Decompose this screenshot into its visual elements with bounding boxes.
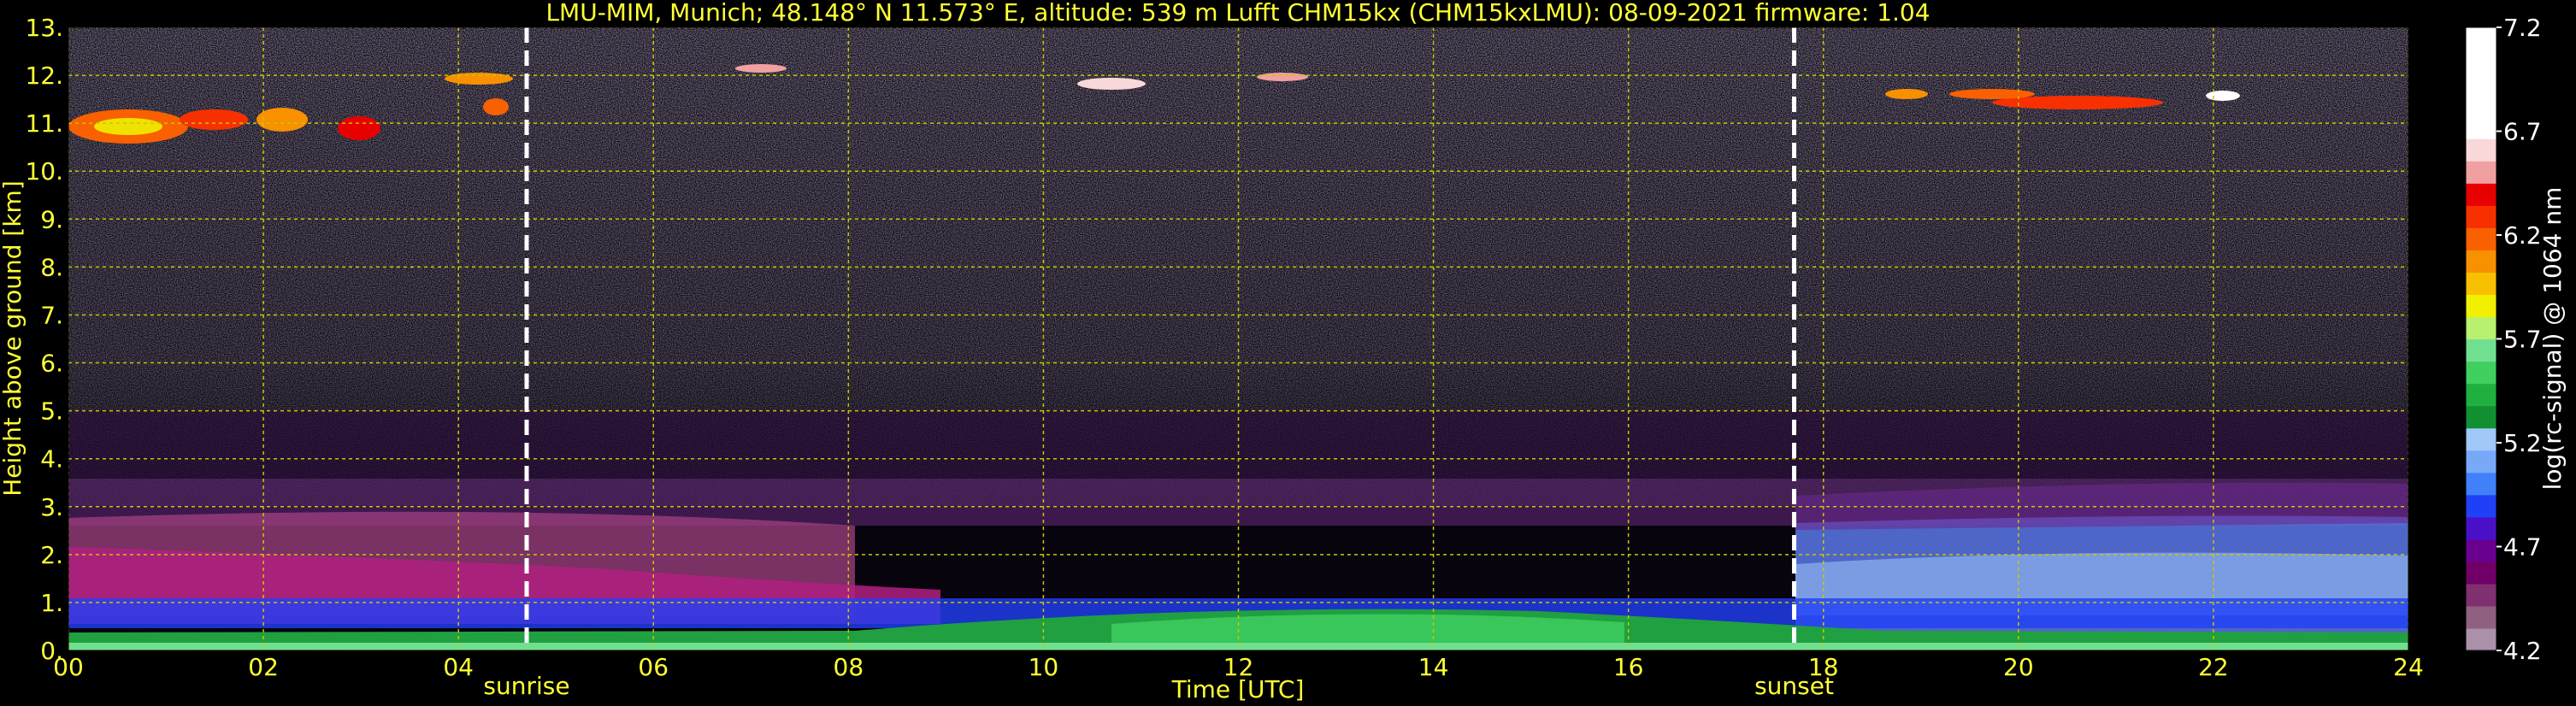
colorbar-segment: [2466, 294, 2496, 318]
colorbar-segment: [2466, 227, 2496, 250]
colorbar-segment: [2466, 27, 2496, 50]
colorbar-ticks: 4.2 4.7 5.2 5.7 6.2 6.7 7.2: [2496, 14, 2542, 665]
colorbar-segment: [2466, 405, 2496, 429]
x-tick-label: 04: [443, 653, 474, 681]
x-tick-label: 00: [53, 653, 84, 681]
y-tick-label: 10.: [25, 157, 63, 185]
colorbar-segment: [2466, 516, 2496, 540]
colorbar-segment: [2466, 316, 2496, 340]
colorbar-tick-label: 4.7: [2503, 533, 2542, 562]
colorbar-segment: [2466, 338, 2496, 362]
colorbar-segment: [2466, 427, 2496, 451]
x-tick-label: 06: [638, 653, 669, 681]
colorbar-segment: [2466, 94, 2496, 117]
x-tick-label: 08: [834, 653, 864, 681]
colorbar-segment: [2466, 183, 2496, 206]
colorbar-segment: [2466, 583, 2496, 607]
ceilometer-chart: LMU-MIM, Munich; 48.148° N 11.573° E, al…: [0, 0, 2567, 703]
chart-title: LMU-MIM, Munich; 48.148° N 11.573° E, al…: [545, 0, 1930, 26]
colorbar-segment: [2466, 605, 2496, 629]
colorbar-segment: [2466, 50, 2496, 73]
x-axis-label: Time [UTC]: [1171, 675, 1305, 703]
plot-area: [68, 27, 2408, 650]
colorbar-segment: [2466, 250, 2496, 273]
colorbar-segment: [2466, 272, 2496, 296]
sunrise-label: sunrise: [483, 672, 569, 700]
colorbar-segment: [2466, 450, 2496, 474]
colorbar-tick-label: 6.7: [2503, 118, 2542, 146]
colorbar-segment: [2466, 538, 2496, 562]
cirrus-morning-7: [483, 98, 509, 115]
colorbar-segment: [2466, 472, 2496, 496]
y-tick-label: 12.: [25, 62, 63, 90]
y-tick-label: 1.: [40, 589, 63, 617]
colorbar-tick-label: 6.2: [2503, 221, 2542, 250]
cirrus-morning-5: [338, 116, 380, 140]
cirrus-midday-3: [1257, 73, 1308, 81]
cirrus-morning-4: [256, 108, 308, 132]
cirrus-morning-3: [180, 109, 248, 130]
y-tick-label: 5.: [40, 397, 63, 426]
y-tick-label: 4.: [40, 445, 63, 474]
y-tick-label: 13.: [25, 14, 63, 42]
y-tick-label: 7.: [40, 301, 63, 329]
x-tick-label: 22: [2198, 653, 2229, 681]
colorbar-segment: [2466, 361, 2496, 385]
colorbar-segment: [2466, 494, 2496, 518]
cirrus-evening-2: [1949, 89, 2035, 99]
y-tick-label: 11.: [25, 109, 63, 138]
colorbar-label: log(rc-signal) @ 1064 nm: [2538, 187, 2567, 491]
cirrus-morning-6: [445, 73, 513, 85]
colorbar-segment: [2466, 116, 2496, 139]
colorbar-segment: [2466, 627, 2496, 651]
x-tick-label: 24: [2393, 653, 2424, 681]
colorbar-tick-label: 4.2: [2503, 637, 2542, 665]
colorbar-segment: [2466, 205, 2496, 228]
sunset-label: sunset: [1754, 672, 1834, 700]
colorbar-segment: [2466, 383, 2496, 407]
cirrus-evening-4: [2206, 91, 2240, 101]
y-axis-label: Height above ground [km]: [0, 180, 27, 497]
x-tick-label: 02: [248, 653, 279, 681]
colorbar-segment: [2466, 72, 2496, 95]
x-tick-label: 16: [1613, 653, 1644, 681]
colorbar-segment: [2466, 138, 2496, 162]
colorbar-tick-label: 5.7: [2503, 326, 2542, 354]
x-tick-label: 10: [1029, 653, 1059, 681]
y-tick-label: 8.: [40, 253, 63, 281]
cirrus-evening-3: [1885, 89, 1928, 99]
x-tick-label: 20: [2003, 653, 2034, 681]
cirrus-midday-2: [1077, 78, 1146, 90]
colorbar: [2465, 26, 2497, 651]
colorbar-tick-label: 5.2: [2503, 429, 2542, 457]
x-tick-label: 14: [1418, 653, 1449, 681]
y-tick-label: 2.: [40, 541, 63, 569]
colorbar-segment: [2466, 561, 2496, 585]
y-tick-label: 9.: [40, 205, 63, 233]
cirrus-morning-2: [94, 118, 162, 135]
colorbar-segment: [2466, 161, 2496, 184]
y-tick-label: 3.: [40, 493, 63, 521]
y-axis-ticks: 0.1.2.3.4.5.6.7.8.9.10.11.12.13.: [25, 14, 63, 665]
y-tick-label: 6.: [40, 350, 63, 378]
colorbar-tick-label: 7.2: [2503, 14, 2542, 42]
cirrus-midday-1: [735, 64, 787, 73]
